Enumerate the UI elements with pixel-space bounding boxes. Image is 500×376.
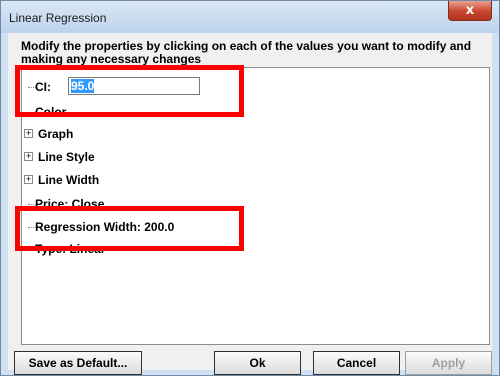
cancel-button[interactable]: Cancel bbox=[313, 351, 400, 375]
tree-node-label: Line Width bbox=[38, 173, 100, 187]
apply-button[interactable]: Apply bbox=[405, 351, 492, 375]
instructions-text: Modify the properties by clicking on eac… bbox=[21, 39, 472, 66]
annotation-highlight-regression-width bbox=[15, 206, 244, 251]
save-as-default-button[interactable]: Save as Default... bbox=[14, 351, 142, 375]
plus-expander-icon[interactable]: + bbox=[24, 152, 33, 161]
linear-regression-dialog: Linear Regression x Modify the propertie… bbox=[0, 0, 500, 376]
close-icon: x bbox=[465, 3, 475, 18]
ok-button[interactable]: Ok bbox=[214, 351, 301, 375]
plus-expander-icon[interactable]: + bbox=[24, 129, 33, 138]
tree-node-label: Line Style bbox=[38, 150, 95, 164]
tree-node-label: Graph bbox=[38, 127, 74, 141]
window-title: Linear Regression bbox=[9, 11, 107, 25]
title-bar[interactable]: Linear Regression x bbox=[1, 1, 499, 33]
plus-expander-icon[interactable]: + bbox=[24, 175, 33, 184]
annotation-highlight-ci bbox=[15, 65, 244, 117]
close-button[interactable]: x bbox=[448, 1, 492, 21]
instructions-panel: Modify the properties by clicking on eac… bbox=[8, 33, 492, 68]
